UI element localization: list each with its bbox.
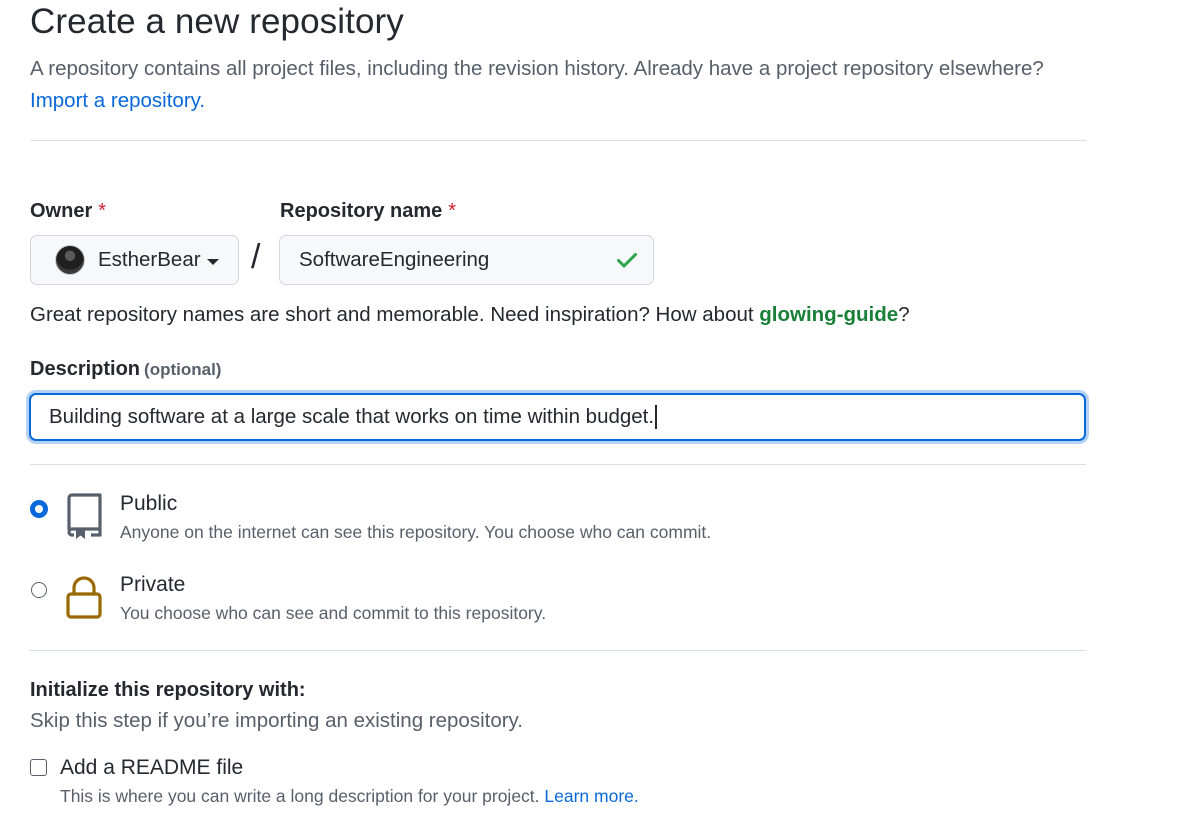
repository-name-value: SoftwareEngineering (299, 248, 490, 271)
caret-down-icon (206, 258, 219, 265)
private-radio[interactable] (31, 582, 47, 598)
private-option-title: Private (120, 573, 186, 596)
public-option-title: Public (120, 492, 178, 515)
divider (30, 650, 1086, 651)
description-value: Building software at a large scale that … (49, 405, 655, 428)
name-hint-end: ? (898, 303, 910, 326)
owner-label-text: Owner (30, 200, 93, 222)
import-repository-link[interactable]: Import a repository. (30, 85, 1110, 117)
owner-dropdown[interactable]: EstherBear (30, 235, 239, 285)
description-input[interactable]: Building software at a large scale that … (29, 393, 1086, 441)
page-subtitle: A repository contains all project files,… (30, 53, 1110, 117)
name-hint-text: Great repository names are short and mem… (30, 303, 760, 326)
divider (30, 464, 1086, 465)
private-option-desc: You choose who can see and commit to thi… (120, 603, 547, 623)
name-suggestion[interactable]: glowing-guide (759, 303, 898, 326)
avatar (55, 245, 85, 275)
owner-name: EstherBear (98, 248, 201, 271)
readme-description-text: This is where you can write a long descr… (60, 786, 545, 806)
required-mark: * (448, 200, 457, 222)
add-readme-checkbox[interactable] (30, 759, 47, 776)
required-mark: * (98, 200, 107, 222)
repository-name-label: Repository name * (280, 200, 456, 223)
repository-name-label-text: Repository name (280, 200, 443, 222)
optional-tag: (optional) (144, 360, 222, 379)
initialize-subtitle: Skip this step if you’re importing an ex… (30, 709, 523, 732)
add-readme-label[interactable]: Add a README file (60, 756, 243, 780)
public-radio[interactable] (31, 501, 47, 517)
check-icon (617, 253, 637, 268)
description-label-text: Description (30, 358, 141, 380)
description-label: Description (optional) (30, 358, 221, 381)
text-cursor (655, 405, 657, 429)
page-title: Create a new repository (30, 2, 404, 41)
divider (30, 140, 1086, 141)
repository-name-input[interactable]: SoftwareEngineering (279, 235, 654, 285)
owner-label: Owner * (30, 200, 106, 223)
initialize-title: Initialize this repository with: (30, 679, 306, 701)
name-hint: Great repository names are short and mem… (30, 303, 910, 327)
readme-description: This is where you can write a long descr… (60, 786, 639, 807)
repo-icon (67, 493, 102, 539)
create-repo-page: Create a new repository A repository con… (0, 0, 1193, 827)
subtitle-text: A repository contains all project files,… (30, 57, 1044, 80)
public-option-desc: Anyone on the internet can see this repo… (120, 522, 712, 542)
owner-repo-separator: / (251, 238, 261, 276)
learn-more-link[interactable]: Learn more. (544, 786, 638, 806)
lock-icon (66, 576, 102, 619)
